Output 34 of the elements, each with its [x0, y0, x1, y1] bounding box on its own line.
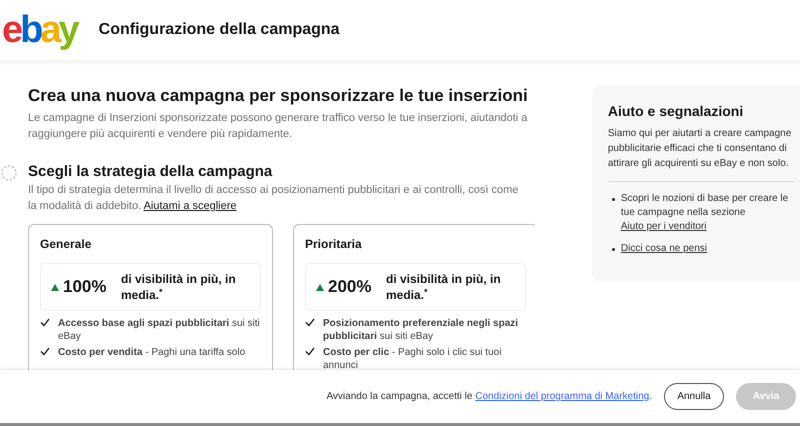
check-icon [305, 318, 315, 327]
feature-text: Posizionamento preferenziale negli spazi pubblicitari sui siti eBay [323, 317, 520, 343]
help-text: Siamo qui per aiutarti a creare campagne pubblicitarie efficaci che ti consentano di attirare gli acquirenti su eBay e non solo. [608, 127, 792, 171]
help-title: Aiuto e segnalazioni [608, 102, 744, 121]
page-title: Configurazione della campagna [98, 20, 340, 40]
intro-text: Le campagne di Inserzioni sponsorizzate possono generare traffico verso le tue inserzioni, aiutandoti a raggiungere più acquirenti e vendere più rapidamente. [28, 111, 528, 142]
strategy-title: Scegli la strategia della campagna [28, 162, 274, 182]
strategy-text: Il tipo di strategia determina il livello di accesso ai posizionamenti pubblicitari e ai controlli, così come la modalità di addebito. Aiutami a scegliere [28, 183, 520, 214]
check-icon [40, 318, 50, 327]
visibility-value: 100% [63, 276, 108, 298]
visibility-text: di visibilità in più, in media.$^{*}$ [386, 271, 502, 303]
bullet-icon [612, 248, 615, 251]
bullet-icon [612, 198, 615, 201]
check-icon [305, 347, 315, 356]
feature-text: Costo per vendita - Paghi una tariffa solo [58, 346, 246, 359]
intro-title: Crea una nuova campagna per sponsorizzare le tue inserzioni [28, 85, 529, 107]
feature-text: Accesso base agli spazi pubblicitari sui siti eBay [58, 317, 261, 343]
help-item-text: Scopri le nozioni di base per creare le tue campagne nella sezione Aiuto per i venditori [620, 192, 790, 234]
cancel-button[interactable]: Annulla [664, 383, 724, 410]
up-triangle-icon [316, 284, 324, 290]
strategy-name: Prioritaria [305, 236, 363, 253]
help-link[interactable]: Aiuto per i venditori [620, 221, 706, 232]
help-link[interactable]: Dicci cosa ne pensi [620, 242, 708, 256]
feature-text: Costo per clic - Paghi solo i clic sui tuoi annunci [323, 346, 502, 370]
check-icon [40, 347, 50, 356]
visibility-text: di visibilità in più, in media.$^{*}$ [121, 271, 237, 303]
up-triangle-icon [51, 284, 59, 290]
ebay-logo[interactable]: ebay [2, 11, 77, 49]
terms-text: Avviando la campagna, accetti le Condizioni del programma di Marketing. [326, 390, 652, 404]
help-choose-link[interactable]: Aiutami a scegliere [144, 200, 237, 212]
terms-link[interactable]: Condizioni del programma di Marketing [475, 391, 650, 402]
step-indicator-icon [1, 165, 17, 181]
strategy-name: Generale [40, 236, 92, 253]
visibility-value: 200% [328, 276, 372, 298]
